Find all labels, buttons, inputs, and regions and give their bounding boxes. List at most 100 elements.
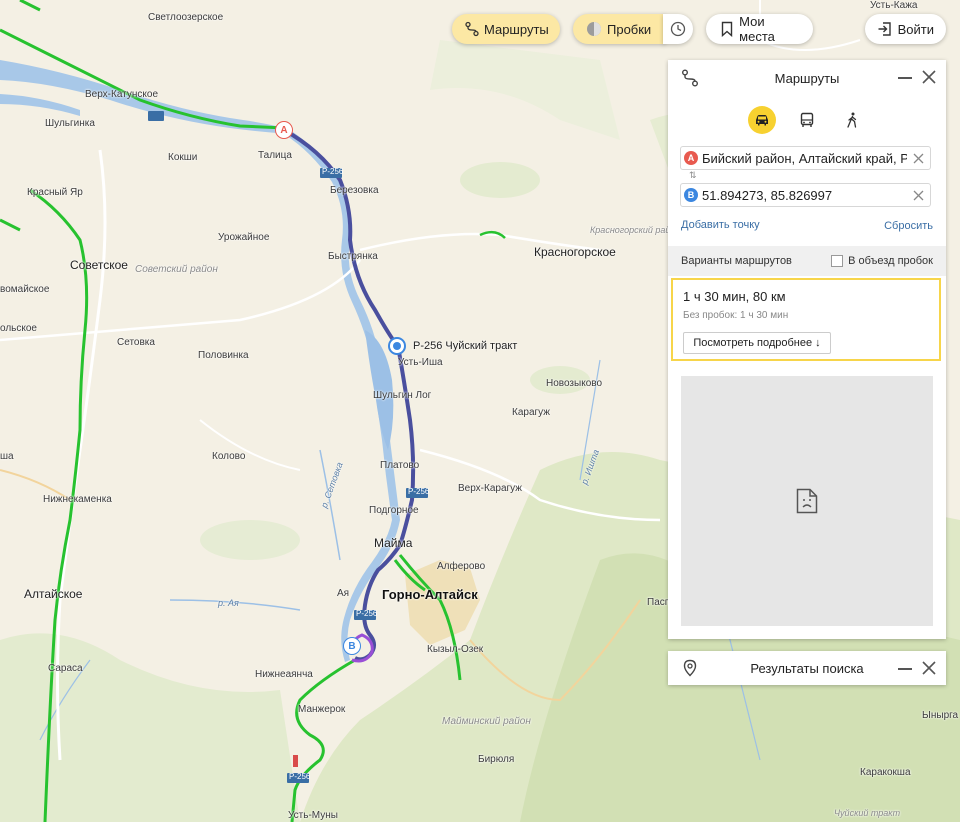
location-pin[interactable] bbox=[388, 337, 406, 355]
routes-button-label: Маршруты bbox=[484, 21, 549, 37]
map-label: Талица bbox=[258, 150, 292, 161]
route-end-marker[interactable]: B bbox=[343, 637, 361, 655]
map-label: Березовка bbox=[330, 185, 379, 196]
road-shield-label: Р-256 bbox=[289, 772, 311, 781]
map-label: вомайское bbox=[0, 284, 50, 295]
map-label: Ая bbox=[337, 588, 350, 599]
car-mode-button[interactable] bbox=[748, 106, 776, 134]
map-label: Усть-Муны bbox=[288, 810, 338, 821]
map-label: Урожайное bbox=[218, 232, 270, 243]
map-label: Р-256 Чуйский тракт bbox=[413, 340, 518, 352]
map-label: Верх-Катунское bbox=[85, 89, 159, 100]
map-label: Колово bbox=[212, 451, 246, 462]
search-results-header: Результаты поиска bbox=[668, 651, 946, 685]
route-to-field[interactable]: B 51.894273, 85.826997 bbox=[680, 183, 931, 207]
pin-icon bbox=[683, 659, 697, 680]
route-from-field[interactable]: A Бийский район, Алтайский край, Р bbox=[680, 146, 931, 170]
my-places-button[interactable]: Мои места bbox=[706, 14, 813, 44]
routes-panel-header: Маршруты bbox=[668, 60, 946, 94]
search-results-title: Результаты поиска bbox=[750, 660, 864, 676]
transport-modes bbox=[668, 105, 946, 135]
swap-points-icon[interactable]: ⇅ bbox=[689, 170, 697, 181]
login-button[interactable]: Войти bbox=[865, 14, 946, 44]
from-badge: A bbox=[684, 151, 698, 165]
login-icon bbox=[877, 20, 894, 38]
bus-icon bbox=[800, 112, 814, 127]
map-label: Красный Яр bbox=[27, 187, 83, 198]
map-label: Майминский район bbox=[442, 716, 531, 727]
car-icon bbox=[756, 115, 768, 126]
map-label: Сетовка bbox=[117, 337, 155, 348]
traffic-icon bbox=[585, 20, 603, 38]
traffic-button-label: Пробки bbox=[607, 21, 652, 37]
broken-image-icon bbox=[796, 488, 818, 514]
map-label: Карагуж bbox=[512, 407, 550, 418]
map-label: Бирюля bbox=[478, 754, 515, 765]
clear-from-icon[interactable] bbox=[913, 153, 924, 164]
map-label: Кокши bbox=[168, 152, 198, 163]
map-label: Шульгинка bbox=[45, 118, 95, 129]
location-pin-dot bbox=[393, 342, 401, 350]
routes-panel-title: Маршруты bbox=[774, 70, 840, 86]
routes-panel-icon bbox=[680, 68, 700, 91]
map-label: Половинка bbox=[198, 350, 249, 361]
map-label: Шульгин Лог bbox=[373, 390, 432, 401]
map-label: Нижнеаянча bbox=[255, 669, 313, 680]
map-label: Быстрянка bbox=[328, 251, 378, 262]
map-label: Каракокша bbox=[860, 767, 911, 778]
route-start-marker[interactable]: A bbox=[275, 121, 293, 139]
route-variant-card[interactable]: 1 ч 30 мин, 80 км Без пробок: 1 ч 30 мин… bbox=[671, 278, 941, 361]
image-placeholder bbox=[681, 376, 933, 626]
map-label: Красногорский район bbox=[590, 225, 681, 235]
route-from-value: Бийский район, Алтайский край, Р bbox=[702, 150, 907, 166]
to-badge: B bbox=[684, 188, 698, 202]
map-label: Советский район bbox=[135, 264, 218, 275]
routes-panel: Маршруты A Бийский район, Алтайский край… bbox=[668, 60, 946, 639]
map-label: Усть-Кажа bbox=[870, 0, 918, 11]
login-label: Войти bbox=[897, 21, 934, 37]
clear-to-icon[interactable] bbox=[913, 190, 924, 201]
traffic-button[interactable]: Пробки bbox=[573, 14, 665, 44]
map-label: р. Ая bbox=[218, 598, 239, 608]
map-label: Кызыл-Озек bbox=[427, 644, 484, 655]
map-label: Советское bbox=[70, 258, 128, 272]
walk-mode-button[interactable] bbox=[838, 106, 866, 134]
close-icon[interactable] bbox=[922, 70, 936, 84]
route-no-traffic: Без пробок: 1 ч 30 мин bbox=[683, 310, 789, 321]
route-summary: 1 ч 30 мин, 80 км bbox=[683, 289, 786, 304]
search-results-panel: Результаты поиска bbox=[668, 651, 946, 685]
traffic-time-button[interactable] bbox=[663, 14, 693, 44]
map-label: Алтайское bbox=[24, 587, 83, 601]
map-label: Чуйский тракт bbox=[834, 808, 901, 818]
map-label: Алферово bbox=[437, 561, 486, 572]
map-label: Пасп bbox=[647, 597, 671, 608]
route-icon bbox=[464, 20, 480, 38]
my-places-label: Мои места bbox=[739, 14, 775, 44]
details-button[interactable]: Посмотреть подробнее ↓ bbox=[683, 332, 831, 354]
road-shield-label: Р-256 bbox=[356, 609, 378, 618]
road-shield-label: Р-256 bbox=[322, 167, 344, 176]
route-to-value: 51.894273, 85.826997 bbox=[702, 187, 833, 203]
map-label: ша bbox=[0, 451, 14, 462]
map-label: Новозыково bbox=[546, 378, 603, 389]
reset-link[interactable]: Сбросить bbox=[884, 220, 933, 232]
routes-button[interactable]: Маршруты bbox=[452, 14, 560, 44]
minimize-button[interactable] bbox=[898, 77, 912, 79]
map-label: Сараса bbox=[48, 663, 83, 674]
map-label: Горно-Алтайск bbox=[382, 587, 478, 602]
bookmark-icon bbox=[718, 20, 735, 38]
map-label: Подгорное bbox=[369, 505, 419, 516]
minimize-button[interactable] bbox=[898, 668, 912, 670]
map-label: Светлоозерское bbox=[148, 12, 224, 23]
map-label: Майма bbox=[374, 536, 413, 550]
avoid-traffic-checkbox[interactable]: В объезд пробок bbox=[831, 255, 933, 267]
road-shield-label: Р-256 bbox=[408, 487, 430, 496]
map-label: Ынырга bbox=[922, 710, 959, 721]
variants-label: Варианты маршрутов bbox=[681, 255, 792, 267]
map-label: Платово bbox=[380, 460, 420, 471]
map-label: ольское bbox=[0, 323, 37, 334]
avoid-traffic-box[interactable] bbox=[831, 255, 844, 267]
add-point-link[interactable]: Добавить точку bbox=[681, 219, 760, 231]
close-icon[interactable] bbox=[922, 661, 936, 675]
transit-mode-button[interactable] bbox=[793, 106, 821, 134]
